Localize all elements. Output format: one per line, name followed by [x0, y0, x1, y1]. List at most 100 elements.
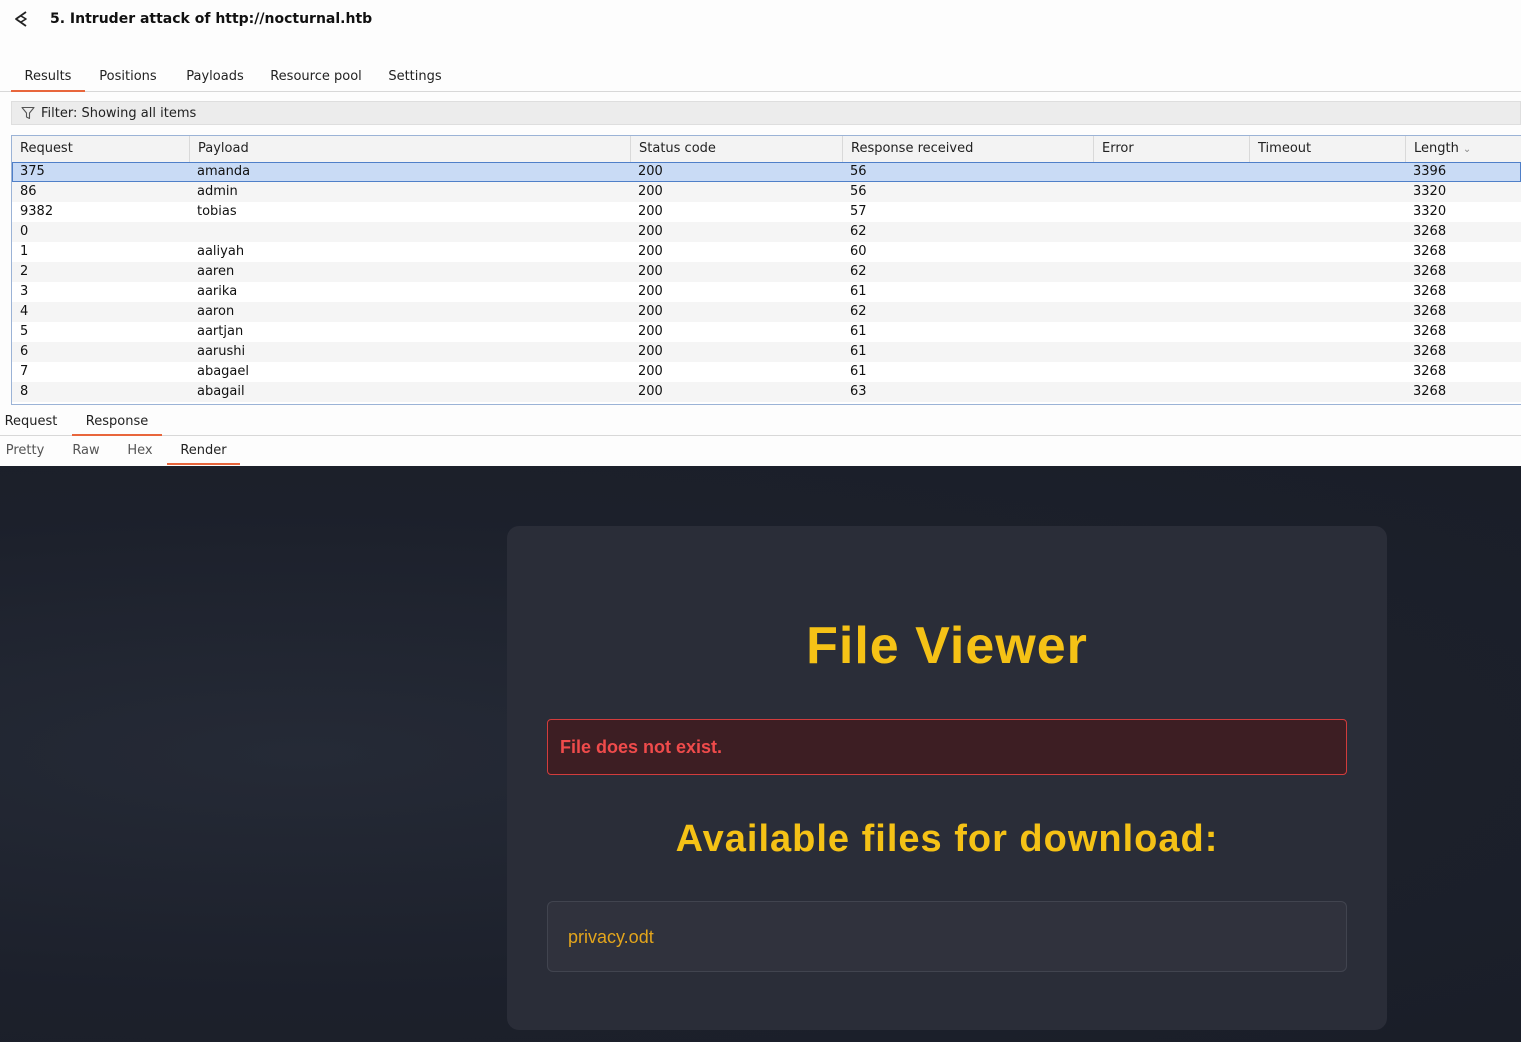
column-label: Response received — [851, 141, 974, 156]
filter-bar[interactable]: Filter: Showing all items — [11, 101, 1521, 125]
tab-resource-pool[interactable]: Resource pool — [268, 69, 364, 91]
cell-status-code: 200 — [638, 344, 663, 359]
cell-request: 3 — [20, 284, 29, 299]
tab-raw[interactable]: Raw — [64, 443, 108, 464]
cell-length: 3268 — [1413, 304, 1447, 319]
cell-timeout — [1249, 182, 1405, 202]
cell-response-received: 63 — [850, 384, 867, 399]
cell-payload: abagail — [197, 384, 245, 399]
cell-response-received: 60 — [850, 244, 867, 259]
cell-error — [1093, 342, 1249, 362]
cell-status-code: 200 — [638, 304, 663, 319]
column-header-status-code[interactable]: Status code — [630, 136, 842, 162]
cell-error — [1093, 162, 1249, 182]
cell-timeout — [1249, 342, 1405, 362]
table-row[interactable]: 86 admin 200 56 3320 — [12, 182, 1521, 202]
page-title: File Viewer — [806, 617, 1088, 675]
tab-render[interactable]: Render — [167, 443, 240, 465]
tab-results[interactable]: Results — [11, 69, 85, 92]
cell-timeout — [1249, 262, 1405, 282]
table-row[interactable]: 8 abagail 200 63 3268 — [12, 382, 1521, 402]
cell-error — [1093, 182, 1249, 202]
cell-status-code: 200 — [638, 184, 663, 199]
table-row[interactable]: 2 aaren 200 62 3268 — [12, 262, 1521, 282]
cell-status-code: 200 — [638, 264, 663, 279]
table-row[interactable]: 3 aarika 200 61 3268 — [12, 282, 1521, 302]
cell-error — [1093, 282, 1249, 302]
tab-settings[interactable]: Settings — [382, 69, 448, 91]
file-link[interactable]: privacy.odt — [568, 927, 654, 948]
table-row[interactable]: 375 amanda 200 56 3396 — [12, 162, 1521, 182]
cell-payload — [189, 222, 630, 242]
column-header-request[interactable]: Request — [12, 136, 189, 162]
title-bar: 5. Intruder attack of http://nocturnal.h… — [0, 0, 1521, 40]
column-label: Timeout — [1258, 141, 1312, 156]
cell-payload: amanda — [197, 164, 251, 179]
cell-response-received: 62 — [850, 224, 867, 239]
cell-timeout — [1249, 322, 1405, 342]
table-row[interactable]: 7 abagael 200 61 3268 — [12, 362, 1521, 382]
cell-status-code: 200 — [638, 164, 663, 179]
cell-status-code: 200 — [638, 284, 663, 299]
column-label: Length — [1414, 141, 1459, 156]
tab-hex[interactable]: Hex — [120, 443, 160, 464]
column-header-length[interactable]: Length ⌄ — [1405, 136, 1521, 162]
cell-length: 3268 — [1413, 344, 1447, 359]
results-table: Request Payload Status code Response rec… — [11, 135, 1521, 405]
table-row[interactable]: 0 200 62 3268 — [12, 222, 1521, 242]
cell-payload: abagael — [197, 364, 250, 379]
error-message: File does not exist. — [560, 737, 723, 757]
cell-timeout — [1249, 302, 1405, 322]
file-list: privacy.odt — [547, 901, 1347, 972]
cell-response-received: 57 — [850, 204, 867, 219]
cell-request: 9382 — [20, 204, 54, 219]
cell-payload: tobias — [197, 204, 237, 219]
table-header: Request Payload Status code Response rec… — [12, 136, 1521, 163]
cell-request: 4 — [20, 304, 29, 319]
cell-response-received: 56 — [850, 164, 867, 179]
cell-payload: admin — [197, 184, 238, 199]
tab-positions[interactable]: Positions — [92, 69, 164, 91]
cell-timeout — [1249, 162, 1405, 182]
column-header-timeout[interactable]: Timeout — [1249, 136, 1405, 162]
tab-payloads[interactable]: Payloads — [180, 69, 250, 91]
cell-length: 3268 — [1413, 224, 1447, 239]
render-pane: File Viewer File does not exist. Availab… — [0, 466, 1521, 1042]
cell-response-received: 61 — [850, 344, 867, 359]
cell-timeout — [1249, 282, 1405, 302]
table-row[interactable]: 6 aarushi 200 61 3268 — [12, 342, 1521, 362]
tab-response[interactable]: Response — [72, 414, 162, 436]
cell-payload: aaren — [197, 264, 235, 279]
table-row[interactable]: 1 aaliyah 200 60 3268 — [12, 242, 1521, 262]
error-alert: File does not exist. — [547, 719, 1347, 775]
column-header-error[interactable]: Error — [1093, 136, 1249, 162]
cell-timeout — [1249, 202, 1405, 222]
column-label: Status code — [639, 141, 716, 156]
cell-request: 86 — [20, 184, 37, 199]
tab-request[interactable]: Request — [0, 414, 62, 435]
column-label: Error — [1102, 141, 1134, 156]
cell-response-received: 61 — [850, 364, 867, 379]
cell-length: 3320 — [1413, 204, 1447, 219]
cell-length: 3396 — [1413, 164, 1447, 179]
cell-response-received: 62 — [850, 304, 867, 319]
tab-pretty[interactable]: Pretty — [0, 443, 50, 464]
table-row[interactable]: 4 aaron 200 62 3268 — [12, 302, 1521, 322]
cell-error — [1093, 262, 1249, 282]
cell-error — [1093, 202, 1249, 222]
cell-status-code: 200 — [638, 384, 663, 399]
table-row[interactable]: 9382 tobias 200 57 3320 — [12, 202, 1521, 222]
cell-status-code: 200 — [638, 364, 663, 379]
cell-request: 0 — [20, 224, 29, 239]
cell-request: 1 — [20, 244, 29, 259]
column-header-response-received[interactable]: Response received — [842, 136, 1093, 162]
cell-error — [1093, 362, 1249, 382]
column-label: Payload — [198, 141, 249, 156]
column-header-payload[interactable]: Payload — [189, 136, 630, 162]
cell-status-code: 200 — [638, 204, 663, 219]
cell-error — [1093, 302, 1249, 322]
table-row[interactable]: 5 aartjan 200 61 3268 — [12, 322, 1521, 342]
cell-request: 2 — [20, 264, 29, 279]
view-tabs: Pretty Raw Hex Render — [0, 438, 1521, 465]
cell-payload: aartjan — [197, 324, 244, 339]
